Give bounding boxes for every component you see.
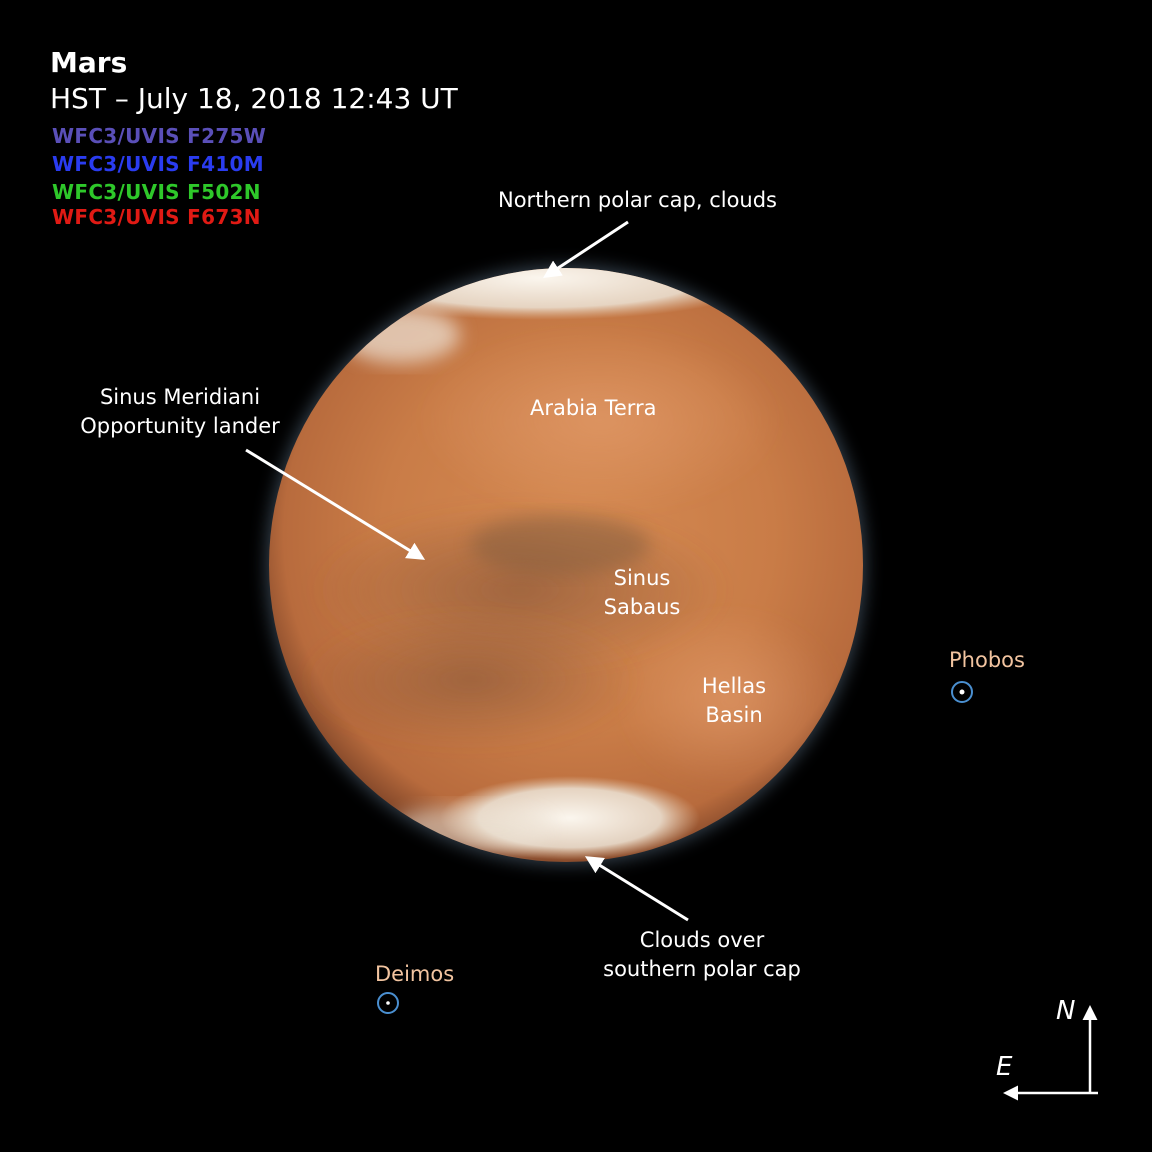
hellas-basin-label: Hellas Basin <box>684 672 784 730</box>
sabaus-label-line1: Sinus <box>613 566 671 590</box>
compass-east-label: E <box>996 1052 1013 1082</box>
deimos-label: Deimos <box>375 962 455 986</box>
sinus-sabaus-label: Sinus Sabaus <box>592 564 692 622</box>
image-title: Mars <box>50 46 128 79</box>
meridiani-label-line1: Sinus Meridiani <box>99 385 261 409</box>
deimos-marker <box>377 992 399 1014</box>
arabia-terra-label: Arabia Terra <box>530 396 657 420</box>
meridiani-label: Sinus Meridiani Opportunity lander <box>60 383 300 441</box>
filter-f410m: WFC3/UVIS F410M <box>52 152 264 176</box>
filter-f673n: WFC3/UVIS F673N <box>52 205 261 229</box>
south-label-line1: Clouds over <box>639 928 765 952</box>
filter-f502n: WFC3/UVIS F502N <box>52 180 261 204</box>
meridiani-label-line2: Opportunity lander <box>80 414 280 438</box>
sabaus-label-line2: Sabaus <box>603 595 681 619</box>
hellas-label-line1: Hellas <box>701 674 767 698</box>
phobos-label: Phobos <box>949 648 1025 672</box>
north-cap-label: Northern polar cap, clouds <box>498 188 777 212</box>
filter-f275w: WFC3/UVIS F275W <box>52 124 267 148</box>
compass <box>1003 1005 1098 1101</box>
compass-north-label: N <box>1056 996 1076 1026</box>
north-polar-cap <box>310 268 770 320</box>
hellas-label-line2: Basin <box>705 703 763 727</box>
phobos-marker <box>951 681 973 703</box>
image-subtitle: HST – July 18, 2018 12:43 UT <box>50 82 458 115</box>
south-label-line2: southern polar cap <box>603 957 801 981</box>
south-cap-arrow <box>584 856 689 922</box>
south-cap-label: Clouds over southern polar cap <box>582 926 822 984</box>
